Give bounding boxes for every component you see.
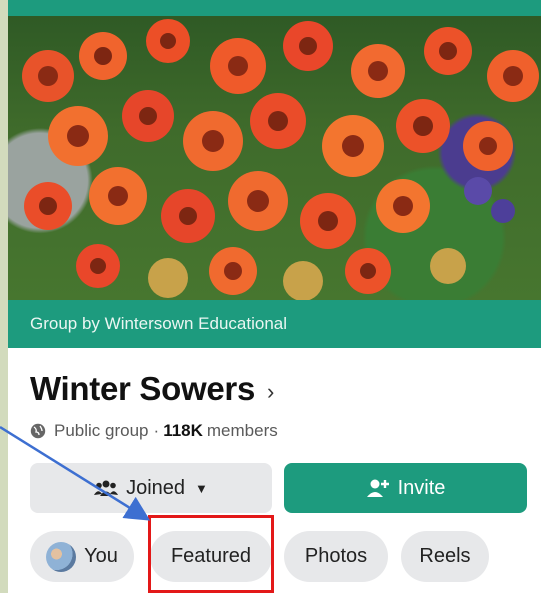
- group-meta: Public group · 118K members: [30, 421, 278, 441]
- group-page: Group by Wintersown Educational Winter S…: [8, 0, 541, 593]
- top-accent-strip: [8, 0, 541, 16]
- tab-reels[interactable]: Reels: [401, 531, 489, 582]
- people-icon: [94, 480, 119, 496]
- group-byline-text: Group by Wintersown Educational: [30, 314, 288, 333]
- group-title-row[interactable]: Winter Sowers ›: [30, 370, 274, 408]
- tab-you-label: You: [84, 545, 118, 567]
- joined-label: Joined: [126, 476, 186, 499]
- globe-icon: [30, 423, 46, 439]
- tab-photos-label: Photos: [304, 545, 368, 567]
- invite-label: Invite: [397, 476, 446, 499]
- group-title: Winter Sowers: [30, 370, 256, 407]
- featured-highlight-box: [148, 515, 274, 593]
- avatar: [46, 541, 77, 572]
- tab-reels-label: Reels: [419, 545, 471, 567]
- tab-you[interactable]: You: [30, 531, 134, 582]
- cover-photo[interactable]: [8, 16, 541, 300]
- tab-photos[interactable]: Photos: [284, 531, 388, 582]
- add-person-icon: [366, 479, 389, 497]
- caret-down-icon: ▼: [195, 480, 208, 496]
- flower-illustration: [22, 19, 539, 300]
- chevron-right-icon: ›: [267, 379, 275, 404]
- privacy-label: Public group: [54, 421, 149, 440]
- member-count: 118K: [163, 421, 203, 440]
- flower-cluster: [22, 19, 539, 300]
- group-byline-bar[interactable]: Group by Wintersown Educational: [8, 300, 541, 348]
- member-word: members: [206, 421, 278, 440]
- meta-separator: ·: [153, 421, 160, 440]
- invite-button[interactable]: Invite: [284, 463, 527, 513]
- joined-button[interactable]: Joined ▼: [30, 463, 272, 513]
